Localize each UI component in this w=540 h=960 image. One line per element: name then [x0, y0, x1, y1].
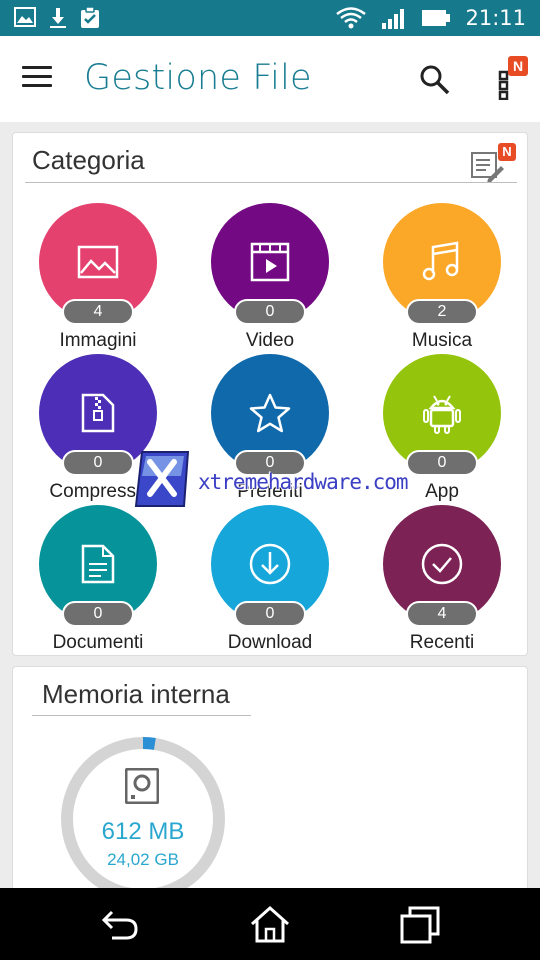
category-video[interactable]: 0 Video — [185, 203, 355, 353]
category-label: Recenti — [409, 632, 475, 653]
navigation-bar — [0, 888, 540, 960]
home-icon[interactable] — [248, 904, 292, 944]
category-count: 0 — [234, 601, 306, 627]
status-time: 21:11 — [465, 6, 526, 30]
music-icon — [422, 241, 459, 281]
menu-icon[interactable] — [22, 66, 52, 90]
clipboard-check-icon — [81, 7, 99, 28]
back-icon[interactable] — [98, 904, 142, 944]
memory-card: Memoria interna 612 MB 24,02 GB — [12, 666, 528, 906]
category-card: Categoria N 4 Immagini 0 Video 2 Musica … — [12, 132, 528, 656]
gallery-icon — [14, 7, 36, 27]
category-count: 4 — [406, 601, 478, 627]
app-bar: Gestione File N — [0, 36, 540, 122]
zip-file-icon — [81, 393, 115, 433]
document-icon — [81, 544, 115, 584]
wifi-icon — [336, 7, 367, 29]
hard-drive-icon — [125, 768, 159, 804]
check-circle-icon — [421, 543, 463, 585]
new-badge: N — [508, 56, 528, 76]
status-bar-system: 21:11 — [335, 6, 526, 30]
watermark: xtremehardware.com — [132, 448, 409, 510]
divider — [32, 715, 251, 716]
download-circle-icon — [249, 543, 291, 585]
download-icon — [50, 8, 66, 28]
category-count: 0 — [62, 450, 134, 476]
new-badge: N — [498, 143, 516, 161]
video-icon — [250, 242, 290, 282]
category-label: Musica — [411, 330, 473, 351]
image-icon — [77, 245, 119, 279]
note-edit-icon[interactable]: N — [470, 141, 516, 183]
category-label: Documenti — [52, 632, 144, 653]
star-icon — [249, 393, 291, 433]
category-musica[interactable]: 2 Musica — [357, 203, 527, 353]
category-download[interactable]: 0 Download — [185, 505, 355, 655]
android-icon — [423, 395, 461, 434]
status-bar: 21:11 — [0, 0, 540, 36]
category-count: 2 — [406, 299, 478, 325]
divider — [25, 182, 517, 183]
watermark-text: xtremehardware.com — [198, 470, 409, 494]
category-count: 0 — [234, 299, 306, 325]
category-label: Download — [227, 632, 313, 653]
category-recenti[interactable]: 4 Recenti — [357, 505, 527, 655]
memory-title: Memoria interna — [42, 679, 230, 709]
category-immagini[interactable]: 4 Immagini — [13, 203, 183, 353]
app-title: Gestione File — [84, 58, 312, 98]
status-bar-notifications — [14, 7, 100, 29]
category-label: Immagini — [59, 330, 137, 351]
category-count: 0 — [62, 601, 134, 627]
category-count: 0 — [406, 450, 478, 476]
category-title: Categoria — [32, 145, 145, 175]
battery-icon — [422, 10, 451, 26]
category-count: 4 — [62, 299, 134, 325]
memory-used: 612 MB — [101, 818, 185, 845]
watermark-logo — [134, 451, 190, 507]
signal-icon — [382, 9, 405, 29]
category-label: Video — [245, 330, 295, 351]
recents-icon[interactable] — [398, 904, 442, 944]
search-icon[interactable] — [418, 63, 452, 97]
category-documenti[interactable]: 0 Documenti — [13, 505, 183, 655]
memory-total: 24,02 GB — [107, 850, 179, 869]
more-icon[interactable]: N — [496, 56, 528, 101]
